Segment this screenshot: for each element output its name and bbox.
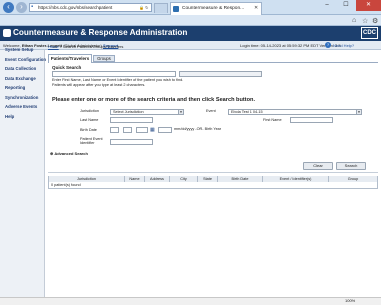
home-icon[interactable]: ⌂ bbox=[352, 17, 356, 24]
app-title: Countermeasure & Response Administration bbox=[13, 28, 188, 37]
quick-search-input[interactable] bbox=[52, 71, 176, 77]
results-divider bbox=[48, 172, 378, 173]
column-header-birth-date[interactable]: Birth Date bbox=[218, 176, 263, 182]
event-value: Ebola Test 1 04-15 bbox=[231, 110, 263, 114]
column-header-jurisdiction[interactable]: Jurisdiction bbox=[49, 176, 125, 182]
zoom-level[interactable]: 100% bbox=[345, 298, 355, 303]
column-header-address[interactable]: Address bbox=[145, 176, 170, 182]
calendar-icon[interactable]: ▦ bbox=[150, 127, 156, 133]
column-header-name[interactable]: Name bbox=[125, 176, 145, 182]
birth-day-input[interactable] bbox=[123, 127, 132, 133]
sidebar-item-adverse-events[interactable]: Adverse Events bbox=[5, 104, 37, 109]
last-name-label: Last Name bbox=[80, 118, 99, 122]
breadcrumb-current: > Search Patients/Groups/Travelers bbox=[59, 44, 124, 49]
jurisdiction-select[interactable]: Select Jurisdiction ▼ bbox=[110, 109, 184, 115]
event-label: Event bbox=[206, 109, 216, 113]
quick-search-title: Quick Search bbox=[52, 65, 82, 70]
last-name-input[interactable] bbox=[110, 117, 153, 123]
favorites-star-icon[interactable]: ☆ bbox=[362, 17, 368, 25]
chevron-down-icon: ▼ bbox=[356, 110, 361, 114]
advanced-search-label: Advanced Search bbox=[54, 151, 88, 156]
window-close-icon[interactable]: ✕ bbox=[356, 0, 381, 11]
event-select[interactable]: Ebola Test 1 04-15 ▼ bbox=[228, 109, 362, 115]
tabs-divider bbox=[48, 62, 378, 63]
column-header-city[interactable]: City bbox=[170, 176, 198, 182]
maximize-icon[interactable]: ☐ bbox=[337, 0, 355, 11]
column-header-group[interactable]: Group bbox=[329, 176, 377, 182]
patient-event-identifier-label: Patient Event Identifier bbox=[80, 137, 103, 145]
tab-patients-travelers[interactable]: Patients/Travelers bbox=[48, 54, 92, 63]
breadcrumb: Home > Search Patients/Groups/Travelers bbox=[48, 44, 123, 49]
quick-search-help-line1: Enter First Name, Last Name or Event Ide… bbox=[52, 78, 184, 82]
first-name-input[interactable] bbox=[290, 117, 333, 123]
app-logo-icon bbox=[3, 29, 11, 37]
sidebar-item-data-exchange[interactable]: Data Exchange bbox=[5, 76, 36, 81]
sidebar-item-data-collection[interactable]: Data Collection bbox=[5, 66, 36, 71]
browser-tab-active[interactable]: Countermeasure & Respon... bbox=[170, 2, 262, 15]
tab-groups[interactable]: Groups bbox=[93, 55, 115, 62]
need-help-link[interactable]: Need Help? bbox=[333, 43, 354, 48]
column-header-state[interactable]: State bbox=[198, 176, 218, 182]
breadcrumb-home-link[interactable]: Home bbox=[48, 44, 59, 49]
column-header-event-identifier[interactable]: Event / Identifier(s) bbox=[263, 176, 329, 182]
quick-search-help-line2: Patients will appear after you type at l… bbox=[52, 83, 146, 87]
cdc-logo: CDC bbox=[361, 27, 378, 39]
minimize-icon[interactable]: – bbox=[318, 0, 336, 11]
back-arrow-icon[interactable]: ‹ bbox=[3, 2, 14, 13]
address-bar[interactable]: https://nbs.cdc.gov/nbs/searchpatient bbox=[29, 3, 152, 12]
patient-event-identifier-input[interactable] bbox=[110, 139, 153, 145]
birth-date-label: Birth Date bbox=[80, 128, 97, 132]
browser-status-bar bbox=[0, 297, 381, 305]
birth-month-input[interactable] bbox=[110, 127, 119, 133]
tab-favicon-icon bbox=[173, 6, 179, 12]
sidebar-item-help[interactable]: Help bbox=[5, 114, 14, 119]
sidebar-item-event-configuration[interactable]: Event Configuration bbox=[5, 57, 46, 62]
birth-year-input[interactable] bbox=[136, 127, 148, 133]
help-icon[interactable]: ? bbox=[325, 42, 331, 48]
criteria-title: Please enter one or more of the search c… bbox=[52, 97, 255, 103]
clear-button[interactable]: Clear bbox=[303, 162, 333, 170]
sidebar-item-system-setup[interactable]: System Setup bbox=[5, 47, 33, 52]
birth-year-only-input[interactable] bbox=[158, 127, 172, 133]
settings-gear-icon[interactable]: ⚙ bbox=[372, 17, 378, 25]
page-icon: ▪ bbox=[31, 4, 34, 10]
quick-search-suggestion-field[interactable] bbox=[179, 71, 262, 77]
first-name-label: First Name bbox=[263, 118, 282, 122]
search-button[interactable]: Search bbox=[336, 162, 366, 170]
jurisdiction-label: Jurisdiction bbox=[80, 109, 99, 113]
advanced-search-toggle[interactable]: ⊕ Advanced Search bbox=[50, 151, 88, 156]
tab-inactive[interactable] bbox=[154, 3, 168, 13]
tab-close-icon[interactable]: ✕ bbox=[254, 5, 258, 11]
sidebar-item-synchronization[interactable]: Synchronization bbox=[5, 95, 38, 100]
browser-toolbar bbox=[0, 15, 381, 26]
chevron-down-icon: ▼ bbox=[178, 110, 183, 114]
jurisdiction-value: Select Jurisdiction bbox=[113, 110, 144, 114]
results-empty-text: 0 patient(s) found bbox=[51, 183, 81, 187]
sidebar-item-reporting[interactable]: Reporting bbox=[5, 85, 25, 90]
lock-refresh-icon[interactable]: 🔒 ↻ bbox=[139, 5, 148, 10]
birth-date-format-hint: mm/dd/yyyy -OR- Birth Year bbox=[174, 127, 222, 131]
forward-arrow-icon[interactable]: › bbox=[16, 2, 27, 13]
